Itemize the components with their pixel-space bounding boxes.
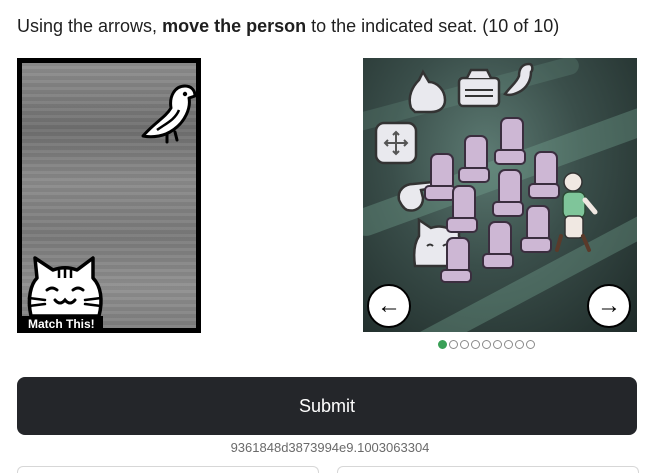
- hand-icon: [408, 69, 447, 114]
- bird-icon: [503, 62, 534, 97]
- pagination-dot: [482, 340, 491, 349]
- pagination-dot: [504, 340, 513, 349]
- session-id: 9361848d3873994e9.1003063304: [230, 440, 430, 455]
- pagination-dot: [438, 340, 447, 349]
- pagination-dot: [515, 340, 524, 349]
- rotate-left-button[interactable]: ←: [367, 284, 411, 328]
- camera-icon: [457, 68, 501, 108]
- match-this-label: Match This!: [18, 316, 103, 332]
- submit-button[interactable]: Submit: [17, 377, 637, 435]
- pagination-dots: [438, 340, 535, 349]
- seat-grid: [424, 117, 560, 283]
- pagination-dot: [449, 340, 458, 349]
- instruction-suffix: to the indicated seat. (10 of 10): [306, 16, 560, 36]
- person-figure[interactable]: [553, 170, 601, 254]
- rotate-right-button[interactable]: →: [587, 284, 631, 328]
- arrow-right-icon: →: [597, 292, 621, 319]
- pagination-dot: [460, 340, 469, 349]
- puzzle-canvas[interactable]: ← →: [363, 58, 637, 332]
- instruction-prefix: Using the arrows,: [17, 16, 163, 36]
- instruction-text: Using the arrows, move the person to the…: [17, 14, 559, 38]
- cat-icon: [27, 256, 103, 318]
- bird-icon: [141, 84, 197, 144]
- instruction-emphasis: move the person: [162, 16, 307, 36]
- reference-image: [17, 58, 201, 333]
- move-cross-icon: [374, 121, 418, 165]
- pagination-dot: [526, 340, 535, 349]
- pagination-dot: [471, 340, 480, 349]
- pagination-dot: [493, 340, 502, 349]
- arrow-left-icon: ←: [377, 292, 401, 319]
